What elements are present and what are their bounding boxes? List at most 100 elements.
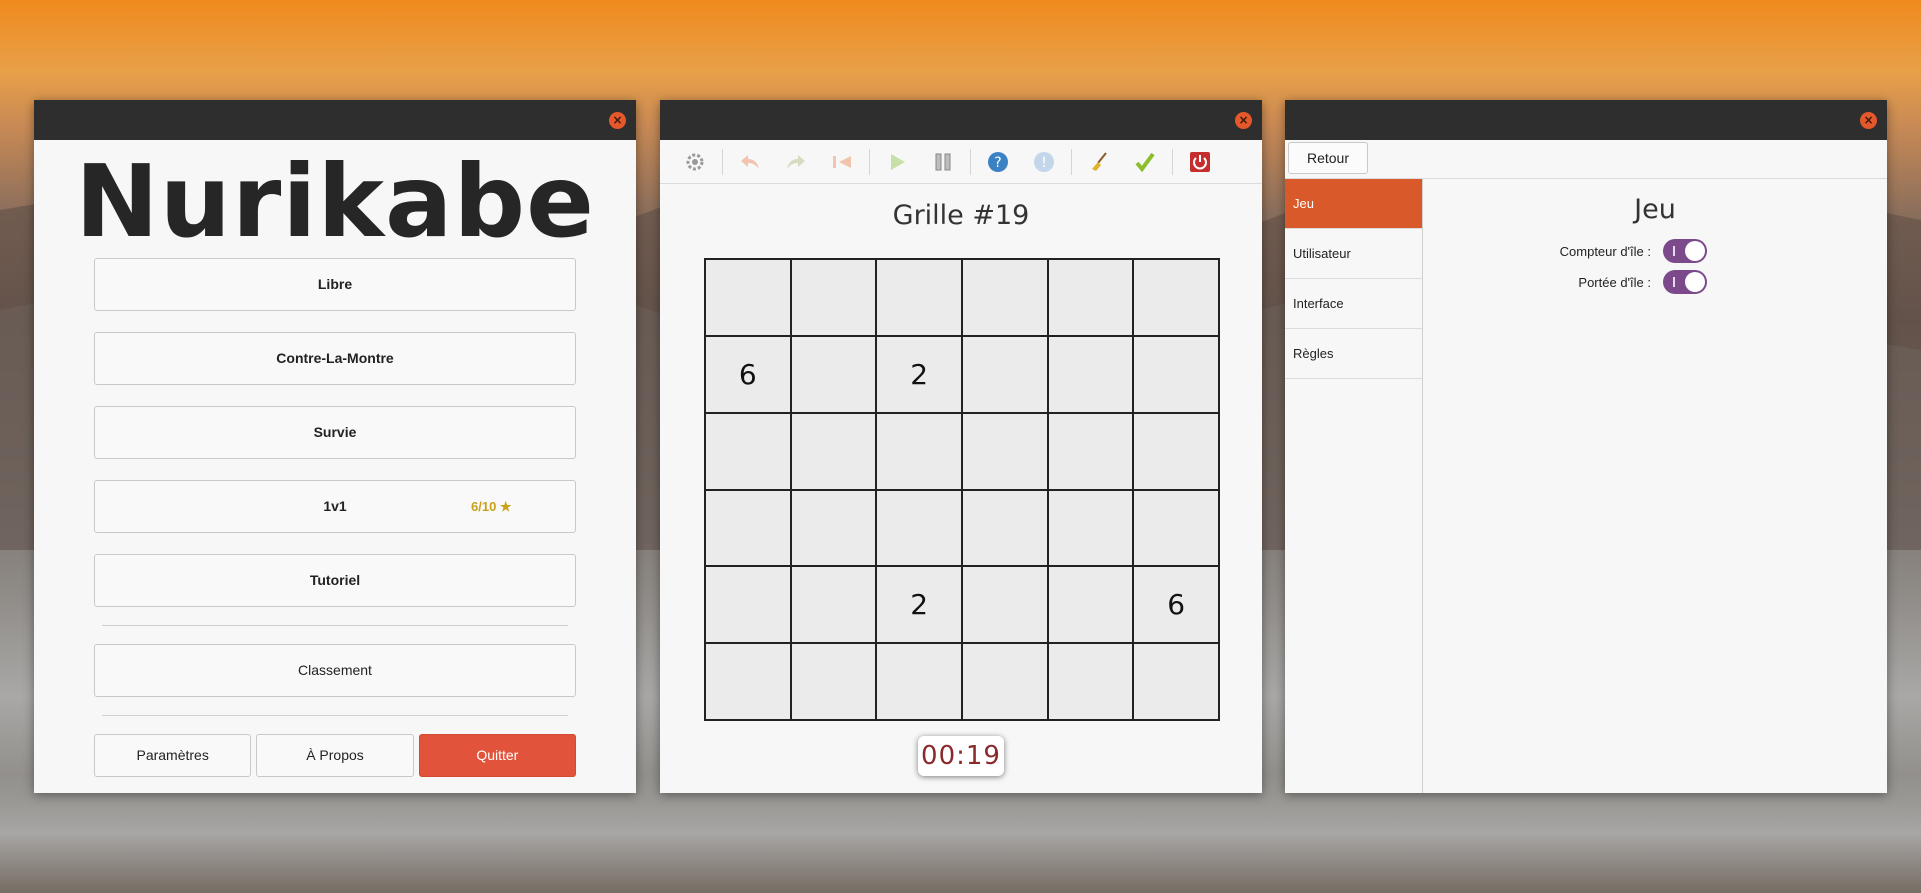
toolbar-separator [869,148,870,175]
grid-cell[interactable] [961,566,1048,644]
grid-cell[interactable] [1133,259,1219,336]
svg-text:!: ! [1041,155,1047,171]
titlebar: × [1285,100,1887,140]
grid-cell[interactable] [790,335,877,413]
grid-cell[interactable] [961,412,1048,490]
divider [102,715,568,716]
close-icon[interactable]: × [609,112,626,129]
grid-cell[interactable]: 6 [1133,566,1219,644]
grid-cell[interactable] [1133,412,1219,490]
survie-button[interactable]: Survie [94,406,576,459]
settings-panel: Jeu Compteur d'île : Portée d'île : [1423,179,1887,793]
app-logo: Nurikabe [75,143,595,260]
grid-cell[interactable] [876,412,962,490]
contre-la-montre-button[interactable]: Contre-La-Montre [94,332,576,385]
grid-cell[interactable] [876,643,962,720]
broom-icon[interactable] [1087,150,1111,174]
toolbar-separator [1071,148,1072,175]
classement-button[interactable]: Classement [94,644,576,697]
island-counter-toggle[interactable] [1663,239,1707,263]
sidebar-item-utilisateur[interactable]: Utilisateur [1285,229,1422,279]
check-icon[interactable] [1133,150,1157,174]
back-button[interactable]: Retour [1288,142,1368,174]
island-counter-label: Compteur d'île : [1559,243,1651,259]
grid-cell[interactable] [790,412,877,490]
option-row: Compteur d'île : [1423,239,1663,263]
power-icon[interactable] [1188,150,1212,174]
grid-cell[interactable] [705,412,791,490]
gear-icon[interactable] [683,150,707,174]
redo-icon[interactable] [784,150,808,174]
grid-cell[interactable] [790,643,877,720]
grid-cell[interactable] [1047,335,1134,413]
svg-text:?: ? [994,155,1001,171]
grid-cell[interactable] [961,643,1048,720]
grid-cell[interactable] [876,489,962,567]
grid-cell[interactable] [876,259,962,336]
grid-cell[interactable] [961,259,1048,336]
hint-icon[interactable]: ! [1032,150,1056,174]
toggle-knob [1685,241,1705,261]
reset-icon[interactable] [830,150,854,174]
titlebar: × [660,100,1262,140]
undo-icon[interactable] [738,150,762,174]
back-row: Retour [1285,140,1887,179]
timer: 00:19 [918,736,1004,776]
a-propos-button[interactable]: À Propos [256,734,414,777]
1v1-button[interactable]: 1v1 6/10 ★ [94,480,576,533]
grid-cell[interactable] [1047,489,1134,567]
close-icon[interactable]: × [1235,112,1252,129]
puzzle-grid: 6 2 2 6 [704,258,1220,721]
quitter-button[interactable]: Quitter [418,734,576,777]
grid-cell[interactable] [705,643,791,720]
divider [102,625,568,626]
grid-cell[interactable] [1133,643,1219,720]
pause-icon[interactable] [931,150,955,174]
tutoriel-button[interactable]: Tutoriel [94,554,576,607]
toolbar-separator [722,148,723,175]
grid-cell[interactable] [790,566,877,644]
bottom-button-row: Paramètres À Propos Quitter [94,734,576,777]
grid-cell[interactable] [705,259,791,336]
grid-cell[interactable] [1047,259,1134,336]
settings-window: × Retour Jeu Utilisateur Interface Règle… [1285,100,1887,793]
toolbar-separator [1172,148,1173,175]
grid-cell[interactable]: 2 [876,566,962,644]
grid-title: Grille #19 [892,200,1030,231]
grid-cell[interactable] [705,566,791,644]
close-icon[interactable]: × [1860,112,1877,129]
toolbar-separator [970,148,971,175]
toggle-on-mark [1673,246,1675,256]
sidebar-item-jeu[interactable]: Jeu [1285,179,1422,229]
help-icon[interactable]: ? [986,150,1010,174]
parametres-button[interactable]: Paramètres [94,734,252,777]
option-row: Portée d'île : [1423,270,1663,294]
grid-cell[interactable] [790,259,877,336]
grid-cell[interactable] [1047,566,1134,644]
sidebar-item-interface[interactable]: Interface [1285,279,1422,329]
grid-cell[interactable]: 6 [705,335,791,413]
grid-cell[interactable] [705,489,791,567]
grid-cell[interactable] [1047,643,1134,720]
1v1-label: 1v1 [323,498,347,514]
toggle-on-mark [1673,277,1675,287]
main-menu-window: × Nurikabe Libre Contre-La-Montre Survie… [34,100,636,793]
stars-badge: 6/10 ★ [471,499,512,514]
grid-cell[interactable]: 2 [876,335,962,413]
libre-button[interactable]: Libre [94,258,576,311]
sidebar-item-regles[interactable]: Règles [1285,329,1422,379]
grid-cell[interactable] [1047,412,1134,490]
grid-cell[interactable] [1133,489,1219,567]
grid-cell[interactable] [1133,335,1219,413]
titlebar: × [34,100,636,140]
island-range-label: Portée d'île : [1578,274,1651,290]
island-range-toggle[interactable] [1663,270,1707,294]
toggle-knob [1685,272,1705,292]
play-icon[interactable] [885,150,909,174]
panel-title: Jeu [1634,194,1676,225]
grid-cell[interactable] [961,489,1048,567]
settings-sidebar: Jeu Utilisateur Interface Règles [1285,179,1423,793]
grid-cell[interactable] [790,489,877,567]
grid-cell[interactable] [961,335,1048,413]
game-toolbar: ? ! [660,140,1262,184]
